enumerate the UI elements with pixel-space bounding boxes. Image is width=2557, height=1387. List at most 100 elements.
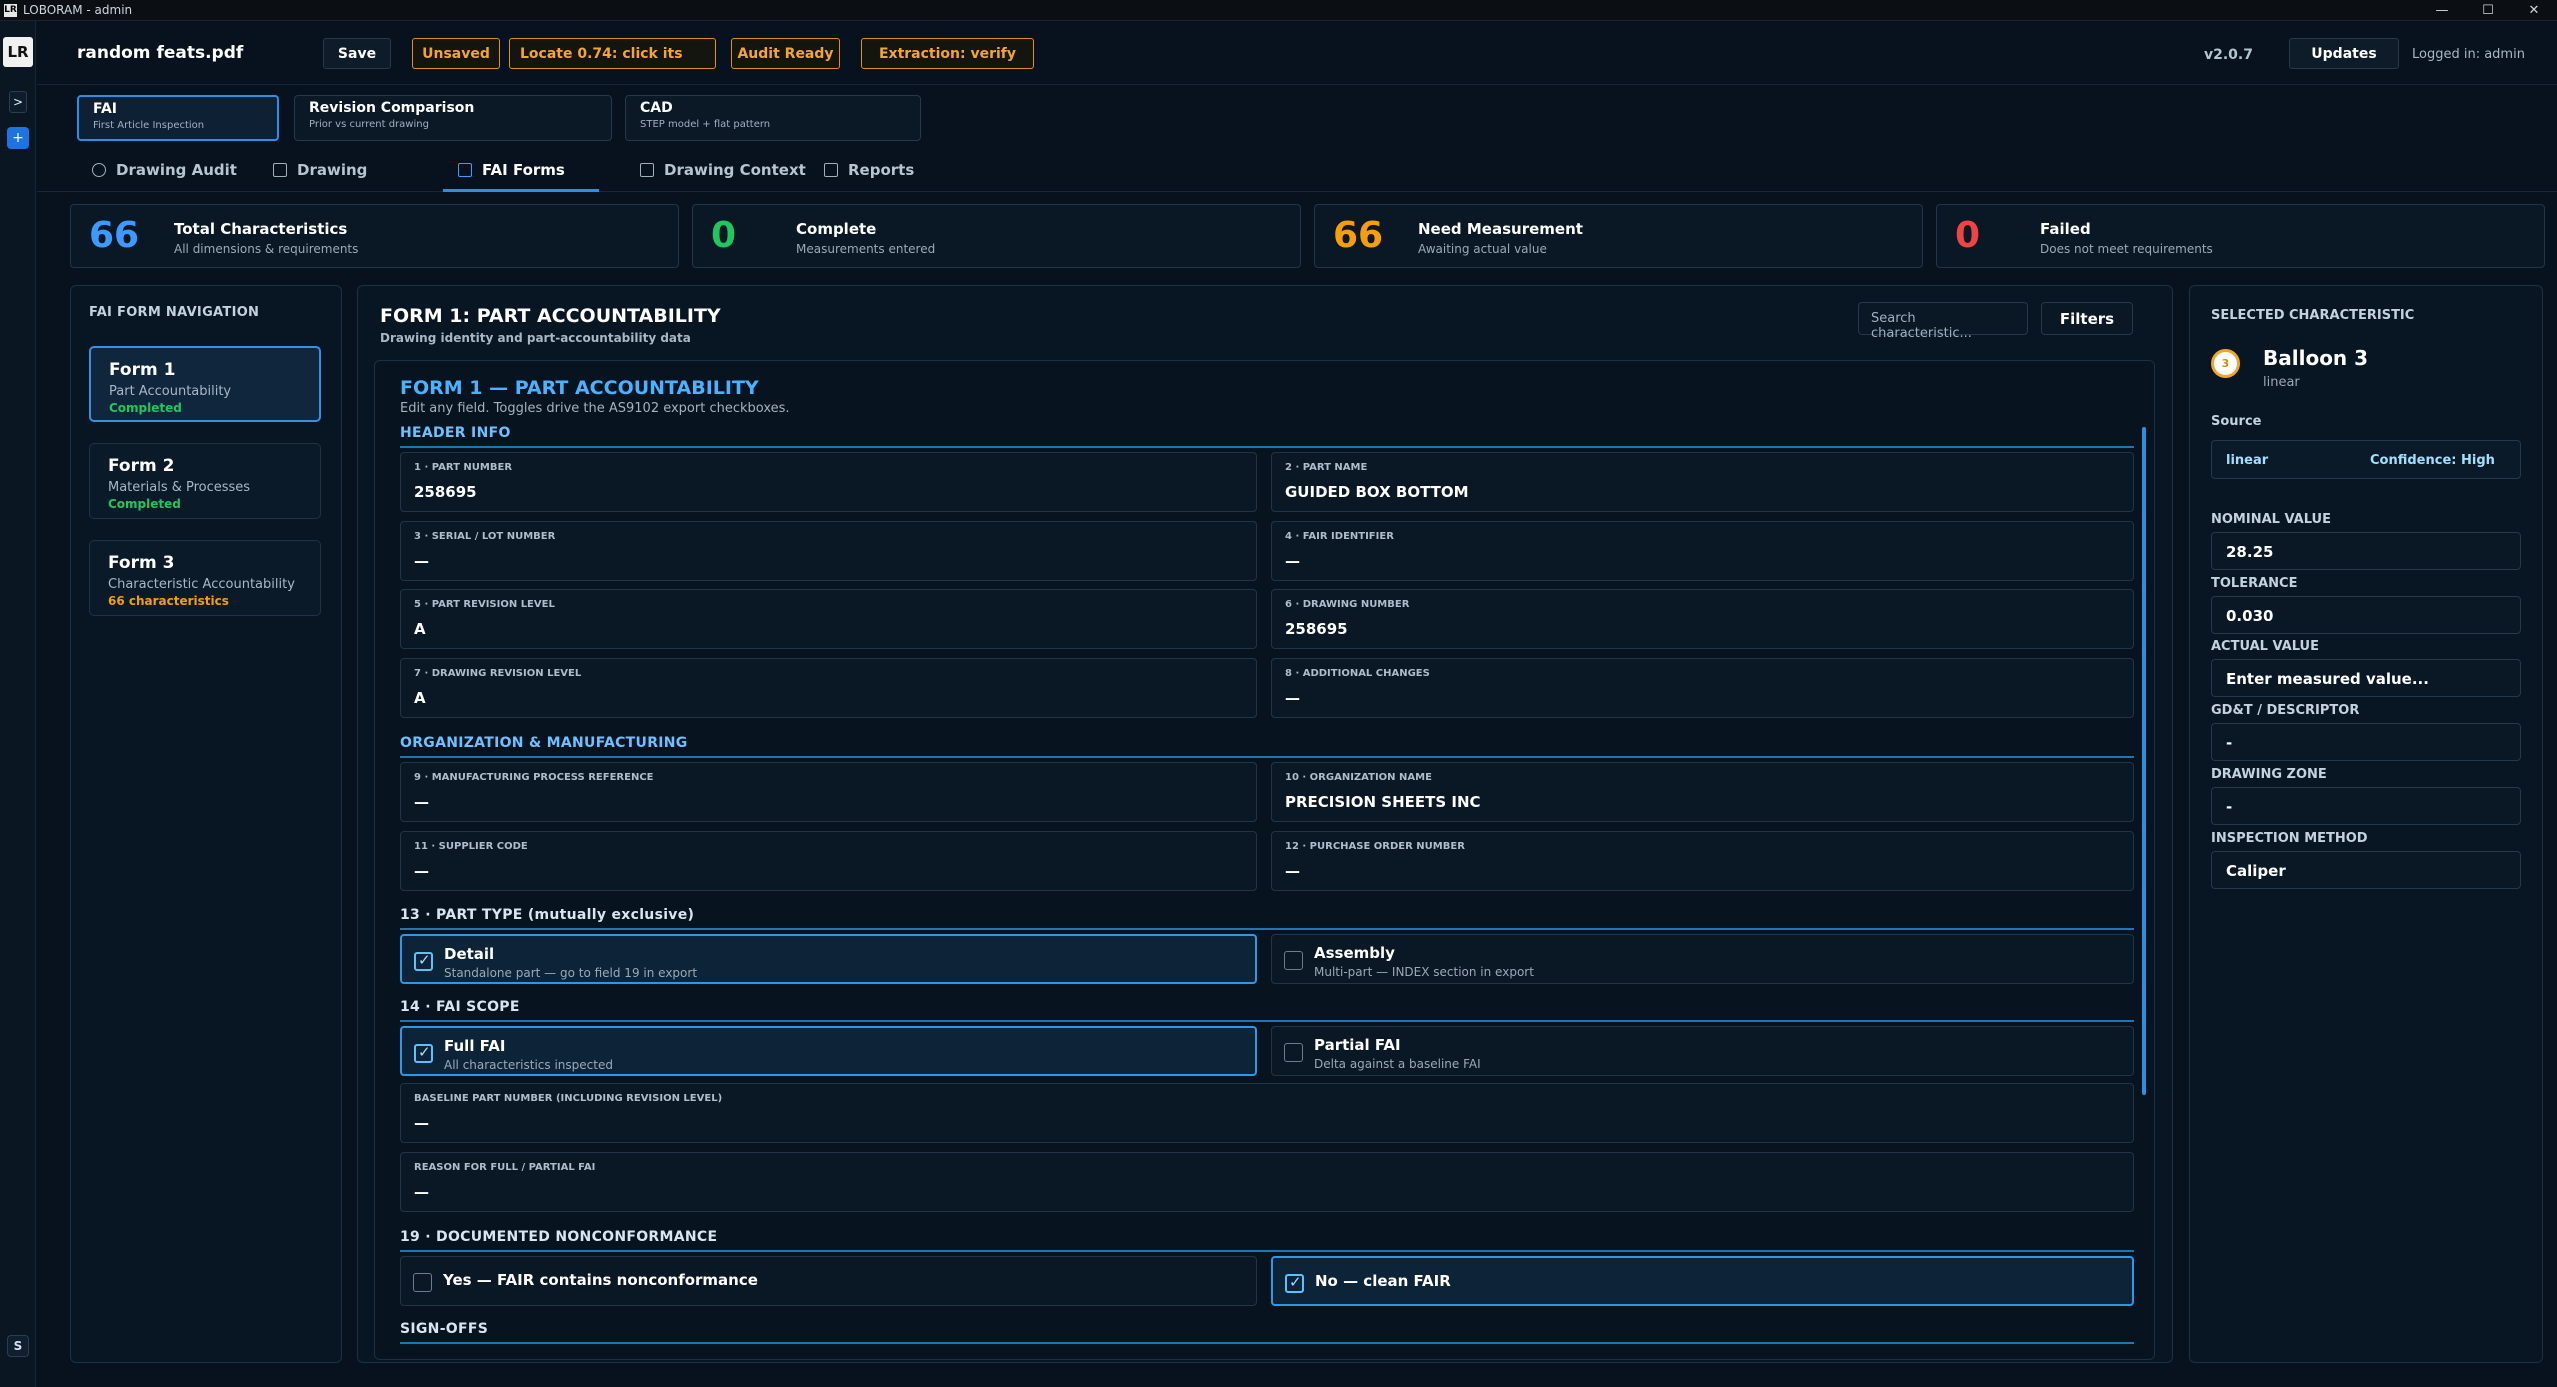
part-type-detail-option[interactable]: Detail Standalone part — go to field 19 …: [400, 934, 1257, 984]
filters-button[interactable]: Filters: [2041, 302, 2133, 335]
stat-sub: All dimensions & requirements: [174, 242, 359, 256]
stat-value: 0: [1955, 215, 1981, 256]
mode-tab-revision-comparison[interactable]: Revision Comparison Prior vs current dra…: [294, 95, 612, 141]
inspection-method-select[interactable]: Caliper: [2211, 851, 2521, 889]
field-label: 4 · FAIR IDENTIFIER: [1285, 531, 1394, 542]
part-type-assembly-option[interactable]: Assembly Multi-part — INDEX section in e…: [1271, 934, 2134, 984]
checkbox-checked-icon: [414, 951, 433, 971]
organization-name-field[interactable]: 10 · ORGANIZATION NAME PRECISION SHEETS I…: [1271, 762, 2134, 822]
updates-button[interactable]: Updates: [2289, 38, 2399, 69]
gdt-input[interactable]: -: [2211, 723, 2521, 761]
field-value: —: [1285, 862, 1300, 880]
tab-reports[interactable]: Reports: [824, 148, 914, 192]
stat-failed: 0 Failed Does not meet requirements: [1936, 204, 2545, 268]
inspection-method-label: INSPECTION METHOD: [2211, 831, 2368, 846]
form-icon: [458, 163, 472, 177]
new-project-button[interactable]: +: [7, 127, 29, 149]
stat-value: 66: [89, 215, 140, 256]
stat-need-measurement: 66 Need Measurement Awaiting actual valu…: [1314, 204, 1923, 268]
fai-scope-partial-option[interactable]: Partial FAI Delta against a baseline FAI: [1271, 1026, 2134, 1076]
fair-identifier-field[interactable]: 4 · FAIR IDENTIFIER —: [1271, 521, 2134, 581]
nav-item-status: Completed: [109, 401, 182, 415]
locate-badge[interactable]: Locate 0.74: click its: [509, 38, 716, 69]
mode-tab-fai[interactable]: FAI First Article Inspection: [77, 95, 279, 141]
active-tab-indicator: [443, 189, 599, 192]
maximize-icon[interactable]: ☐: [2465, 0, 2511, 21]
search-input[interactable]: Search characteristic...: [1858, 302, 2028, 341]
save-button[interactable]: Save: [323, 38, 391, 69]
app-icon: LR: [4, 3, 17, 17]
nav-item-status: 66 characteristics: [108, 594, 229, 608]
fai-scope-full-option[interactable]: Full FAI All characteristics inspected: [400, 1026, 1257, 1076]
tab-drawing-audit[interactable]: Drawing Audit: [92, 148, 237, 192]
section-part-type: 13 · PART TYPE (mutually exclusive): [400, 907, 2134, 930]
nav-form-3[interactable]: Form 3 Characteristic Accountability 66 …: [89, 540, 321, 616]
purchase-order-field[interactable]: 12 · PURCHASE ORDER NUMBER —: [1271, 831, 2134, 891]
source-label: Source: [2211, 414, 2262, 429]
selected-characteristic-panel: SELECTED CHARACTERISTIC 3 Balloon 3 line…: [2189, 285, 2543, 1363]
expand-sidebar-button[interactable]: >: [9, 91, 27, 113]
supplier-code-field[interactable]: 11 · SUPPLIER CODE —: [400, 831, 1257, 891]
additional-changes-field[interactable]: 8 · ADDITIONAL CHANGES —: [1271, 658, 2134, 718]
baseline-part-number-field[interactable]: BASELINE PART NUMBER (INCLUDING REVISION…: [400, 1083, 2134, 1143]
nominal-value-input[interactable]: 28.25: [2211, 532, 2521, 570]
section-nonconformance: 19 · DOCUMENTED NONCONFORMANCE: [400, 1229, 2134, 1252]
user-avatar[interactable]: S: [7, 1335, 29, 1357]
tolerance-input[interactable]: 0.030: [2211, 596, 2521, 634]
field-label: 2 · PART NAME: [1285, 462, 1368, 473]
stat-value: 0: [711, 215, 737, 256]
close-icon[interactable]: ✕: [2511, 0, 2557, 21]
window-titlebar: LR LOBORAM - admin — ☐ ✕: [0, 0, 2557, 21]
app-header: random feats.pdf Save Unsaved Locate 0.7…: [37, 21, 2557, 85]
part-name-field[interactable]: 2 · PART NAME GUIDED BOX BOTTOM: [1271, 452, 2134, 512]
app-version: v2.0.7: [2204, 47, 2253, 63]
stat-label: Complete: [796, 220, 877, 238]
field-value: —: [414, 793, 429, 811]
stat-label: Need Measurement: [1418, 220, 1583, 238]
mode-tab-subtitle: STEP model + flat pattern: [640, 119, 771, 130]
tab-drawing-context[interactable]: Drawing Context: [640, 148, 806, 192]
option-title: Assembly: [1314, 944, 1395, 962]
reason-fai-field[interactable]: REASON FOR FULL / PARTIAL FAI —: [400, 1152, 2134, 1212]
nonconformance-yes-option[interactable]: Yes — FAIR contains nonconformance: [400, 1256, 1257, 1306]
part-revision-field[interactable]: 5 · PART REVISION LEVEL A: [400, 589, 1257, 649]
drawing-zone-input[interactable]: -: [2211, 787, 2521, 825]
tab-drawing[interactable]: Drawing: [273, 148, 367, 192]
form-scrollbar[interactable]: [2142, 427, 2146, 1095]
option-subtitle: All characteristics inspected: [444, 1058, 613, 1072]
field-label: 3 · SERIAL / LOT NUMBER: [414, 531, 556, 542]
minimize-icon[interactable]: —: [2419, 0, 2465, 21]
drawing-zone-label: DRAWING ZONE: [2211, 767, 2327, 782]
tab-label: Drawing: [297, 161, 368, 179]
stat-sub: Does not meet requirements: [2040, 242, 2213, 256]
nav-form-2[interactable]: Form 2 Materials & Processes Completed: [89, 443, 321, 519]
stat-sub: Measurements entered: [796, 242, 936, 256]
field-label: 11 · SUPPLIER CODE: [414, 841, 528, 852]
drawing-number-field[interactable]: 6 · DRAWING NUMBER 258695: [1271, 589, 2134, 649]
option-title: No — clean FAIR: [1315, 1272, 1451, 1290]
mode-tab-cad[interactable]: CAD STEP model + flat pattern: [625, 95, 921, 141]
sub-tabs: Drawing Audit Drawing FAI Forms Drawing …: [37, 148, 2557, 192]
nav-item-title: Form 3: [108, 553, 175, 573]
option-subtitle: Delta against a baseline FAI: [1314, 1057, 1481, 1071]
field-value: 258695: [414, 483, 477, 501]
balloon-icon: 3: [2211, 349, 2240, 378]
mfg-process-ref-field[interactable]: 9 · MANUFACTURING PROCESS REFERENCE —: [400, 762, 1257, 822]
tab-fai-forms[interactable]: FAI Forms: [458, 148, 565, 192]
drawing-revision-field[interactable]: 7 · DRAWING REVISION LEVEL A: [400, 658, 1257, 718]
section-fai-scope: 14 · FAI SCOPE: [400, 999, 2134, 1022]
field-label: 12 · PURCHASE ORDER NUMBER: [1285, 841, 1465, 852]
actual-value-input[interactable]: Enter measured value...: [2211, 659, 2521, 697]
part-number-field[interactable]: 1 · PART NUMBER 258695: [400, 452, 1257, 512]
option-title: Partial FAI: [1314, 1036, 1401, 1054]
serial-lot-field[interactable]: 3 · SERIAL / LOT NUMBER —: [400, 521, 1257, 581]
extraction-badge[interactable]: Extraction: verify: [861, 38, 1034, 69]
characteristic-name: Balloon 3: [2263, 346, 2369, 370]
field-label: 10 · ORGANIZATION NAME: [1285, 772, 1432, 783]
logged-in-user: Logged in: admin: [2412, 47, 2525, 62]
inner-subtitle: Edit any field. Toggles drive the AS9102…: [400, 401, 790, 416]
mode-tab-title: Revision Comparison: [309, 100, 475, 116]
nonconformance-no-option[interactable]: No — clean FAIR: [1271, 1256, 2134, 1306]
option-subtitle: Standalone part — go to field 19 in expo…: [444, 966, 698, 980]
nav-form-1[interactable]: Form 1 Part Accountability Completed: [89, 346, 321, 422]
